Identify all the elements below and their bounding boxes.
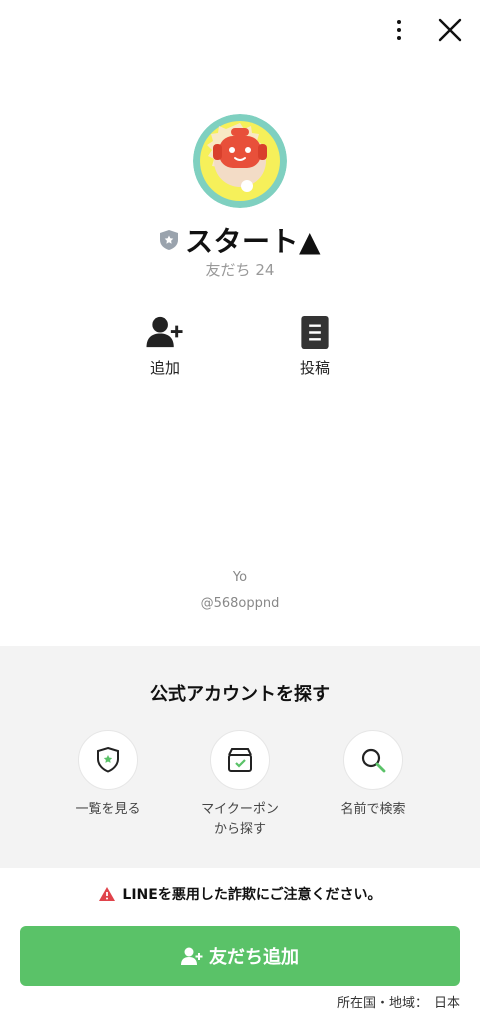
post-label: 投稿 (299, 359, 330, 377)
coupon-box-icon (228, 748, 252, 772)
add-friend-cta-label: 友だち追加 (209, 947, 299, 968)
friends-label: 友だち (205, 261, 251, 279)
profile-description: Yo (232, 570, 248, 585)
browse-list-button[interactable]: 一覧を見る (48, 730, 168, 820)
add-friend-icon (181, 947, 203, 965)
friends-count: 友だち 24 (0, 259, 480, 280)
search-icon (361, 748, 386, 773)
explore-title: 公式アカウントを探す (150, 684, 330, 705)
region-label: 所在国・地域： (336, 996, 428, 1011)
profile-avatar[interactable] (193, 114, 287, 208)
fraud-warning[interactable]: LINEを悪用した詐欺にご注意ください。 (0, 884, 480, 904)
warning-text: LINEを悪用した詐欺にご注意ください。 (122, 887, 382, 903)
friends-number: 24 (255, 261, 275, 279)
profile-name: スタート▲ (184, 225, 322, 258)
add-friend-icon (146, 316, 183, 348)
search-by-name-button[interactable]: 名前で検索 (313, 730, 433, 820)
add-friend-cta-button[interactable]: 友だち追加 (20, 926, 460, 986)
post-icon (301, 315, 329, 350)
top-bar (0, 0, 480, 60)
more-vertical-icon[interactable] (386, 16, 412, 44)
region-info: 所在国・地域： 日本 (337, 992, 460, 1011)
close-icon[interactable] (436, 16, 464, 44)
coupon-search-label-line2: から探す (213, 822, 266, 837)
browse-list-label: 一覧を見る (75, 802, 141, 817)
shield-badge-icon (159, 230, 178, 250)
coupon-search-circle (210, 730, 270, 790)
profile-handle: @568oppnd (200, 596, 280, 611)
warning-icon (99, 887, 116, 901)
region-value: 日本 (433, 996, 460, 1011)
coupon-search-button[interactable]: マイクーポン から探す (180, 730, 300, 840)
coupon-search-label-line1: マイクーポン (201, 802, 279, 817)
shield-star-icon (97, 746, 119, 773)
browse-list-circle (78, 730, 138, 790)
post-button[interactable]: 投稿 (265, 314, 365, 378)
add-friend-button[interactable]: 追加 (115, 314, 215, 378)
add-friend-label: 追加 (149, 359, 180, 377)
search-by-name-circle (343, 730, 403, 790)
coupon-search-label: マイクーポン から探す (180, 800, 300, 840)
profile-name-row: スタート▲ (0, 220, 480, 260)
search-by-name-label: 名前で検索 (340, 802, 406, 817)
explore-official-accounts: 公式アカウントを探す 一覧を見る マイクーポン から探す 名前で検索 (0, 646, 480, 868)
